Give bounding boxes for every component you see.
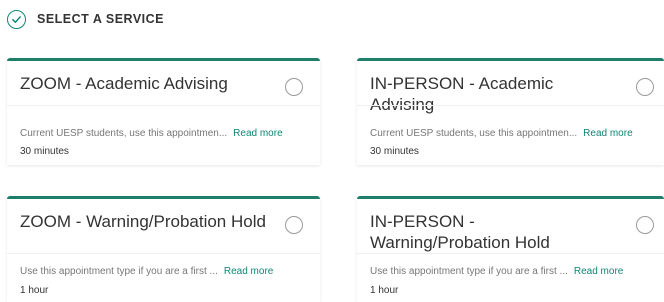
read-more-link[interactable]: Read more [224,266,273,277]
section-title: SELECT A SERVICE [37,12,165,26]
read-more-link[interactable]: Read more [583,128,632,139]
service-description-row: Current UESP students, use this appointm… [20,127,308,140]
service-card-in-person-academic-advising[interactable]: IN-PERSON - Academic Advising Current UE… [357,58,664,165]
service-description-row: Use this appointment type if you are a f… [20,265,308,278]
service-card-zoom-warning-probation-hold[interactable]: ZOOM - Warning/Probation Hold Use this a… [7,196,320,302]
service-radio[interactable] [285,78,303,96]
service-title: ZOOM - Warning/Probation Hold [20,212,266,231]
card-divider [357,253,664,254]
service-radio[interactable] [636,78,654,96]
card-divider [357,105,664,106]
section-header: SELECT A SERVICE [7,8,164,30]
service-description: Use this appointment type if you are a f… [20,266,218,277]
service-description-row: Use this appointment type if you are a f… [370,265,652,278]
service-title: ZOOM - Academic Advising [20,74,228,93]
service-card-zoom-academic-advising[interactable]: ZOOM - Academic Advising Current UESP st… [7,58,320,165]
service-description: Use this appointment type if you are a f… [370,266,568,277]
service-title: IN-PERSON - Warning/Probation Hold [370,212,550,252]
service-duration: 1 hour [20,285,49,296]
read-more-link[interactable]: Read more [574,266,623,277]
service-title: IN-PERSON - Academic Advising [370,74,554,114]
service-radio[interactable] [285,216,303,234]
check-circle-icon [7,9,26,29]
service-description-row: Current UESP students, use this appointm… [370,127,652,140]
service-duration: 30 minutes [370,146,419,157]
read-more-link[interactable]: Read more [233,128,282,139]
card-divider [7,105,320,106]
service-description: Current UESP students, use this appointm… [370,128,578,139]
service-duration: 1 hour [370,285,399,296]
service-radio[interactable] [636,216,654,234]
card-divider [7,253,320,254]
service-description: Current UESP students, use this appointm… [20,128,228,139]
service-duration: 30 minutes [20,146,69,157]
service-card-in-person-warning-probation-hold[interactable]: IN-PERSON - Warning/Probation Hold Use t… [357,196,664,302]
